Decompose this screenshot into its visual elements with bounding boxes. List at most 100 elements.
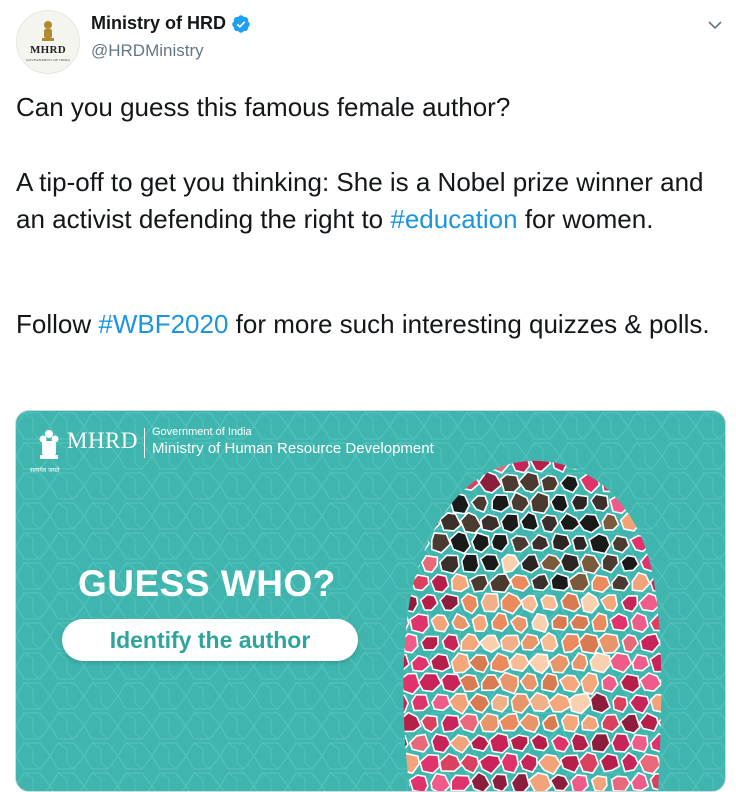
gov-of-india-text: Government of India: [152, 426, 252, 438]
mosaic-tile: [408, 733, 431, 753]
tweet: MHRD GOVERNMENT OF INDIA Ministry of HRD…: [0, 0, 736, 792]
mosaic-tile: [520, 553, 541, 574]
mosaic-tile: [467, 692, 491, 714]
mosaic-tile: [519, 752, 538, 774]
mosaic-tile: [480, 592, 500, 613]
mosaic-tile: [551, 460, 569, 474]
mosaic-tile: [638, 753, 661, 775]
mosaic-tile: [520, 633, 541, 651]
mosaic-tile: [510, 692, 532, 714]
mosaic-tile: [588, 532, 611, 555]
tweet-media-image[interactable]: सत्यमेव जयते MHRD Government of India Mi…: [15, 410, 726, 792]
mosaic-tile: [439, 512, 462, 532]
author-handle[interactable]: @HRDMinistry: [91, 41, 204, 61]
mosaic-tile: [590, 775, 608, 791]
mosaic-tile: [601, 673, 619, 693]
mosaic-tile: [527, 772, 553, 791]
mosaic-tile: [551, 614, 569, 631]
verified-badge-icon: [232, 14, 250, 33]
mosaic-tile: [501, 553, 521, 574]
mosaic-tile: [638, 592, 660, 613]
mosaic-tile: [490, 773, 509, 791]
mosaic-tile: [610, 573, 631, 592]
mosaic-tile: [430, 733, 452, 754]
mosaic-tile: [403, 653, 410, 673]
mosaic-tile: [620, 474, 640, 493]
mosaic-tile: [590, 493, 610, 512]
hashtag-education-link[interactable]: #education: [390, 204, 517, 234]
mosaic-tile: [440, 474, 460, 493]
mosaic-tile: [659, 674, 662, 693]
mosaic-tile: [403, 571, 410, 593]
mosaic-tile: [578, 472, 601, 495]
mosaic-tile: [499, 473, 521, 493]
mosaic-tile: [649, 613, 662, 632]
mosaic-tile: [450, 774, 472, 791]
mosaic-tile: [650, 533, 662, 552]
mosaic-tile: [498, 712, 521, 732]
mosaic-tile: [619, 713, 641, 734]
mosaic-tile: [510, 460, 531, 474]
hashtag-wbf2020-link[interactable]: #WBF2020: [98, 309, 228, 339]
mosaic-tile: [611, 535, 630, 554]
mosaic-tile: [458, 673, 481, 693]
mosaic-tile: [571, 535, 589, 552]
mosaic-tile: [609, 493, 632, 515]
mosaic-tile: [520, 594, 539, 614]
mosaic-tile: [410, 654, 431, 673]
mosaic-tile: [550, 734, 571, 753]
mosaic-tile: [508, 652, 530, 672]
mosaic-tile: [403, 460, 410, 473]
mosaic-tile: [540, 594, 559, 612]
mosaic-tile: [478, 712, 500, 733]
mosaic-tile: [581, 714, 600, 732]
mosaic-tile: [548, 653, 571, 674]
mosaic-tile: [591, 612, 609, 632]
mosaic-tile: [500, 752, 520, 774]
mhrd-logo-text: MHRD: [67, 428, 139, 453]
mosaic-tile: [567, 572, 591, 593]
mosaic-tile: [488, 573, 512, 594]
avatar-subtext: GOVERNMENT OF INDIA: [25, 58, 71, 62]
mosaic-tile: [560, 633, 583, 654]
mosaic-tile: [541, 714, 560, 733]
mosaic-tile: [500, 512, 520, 534]
mosaic-tile: [658, 630, 662, 654]
mosaic-tile: [649, 772, 662, 791]
mosaic-tile: [461, 473, 481, 492]
mosaic-tile: [589, 691, 611, 714]
mosaic-tile: [450, 572, 470, 593]
mosaic-tile: [509, 573, 531, 592]
mosaic-tile: [448, 530, 472, 555]
mosaic-tile: [490, 533, 510, 553]
mosaic-tile: [421, 554, 439, 574]
mosaic-tile: [628, 694, 651, 715]
mosaic-tile: [403, 612, 410, 635]
mosaic-tile: [660, 754, 662, 774]
mosaic-tile: [448, 734, 472, 754]
mosaic-tile: [619, 673, 641, 694]
mosaic-tile: [459, 511, 483, 534]
mosaic-tile: [639, 511, 662, 535]
tweet-text: for women.: [517, 204, 654, 234]
mosaic-tile: [490, 460, 511, 474]
mosaic-tile: [431, 693, 452, 712]
mosaic-tile: [420, 635, 439, 651]
mosaic-tile: [430, 532, 452, 554]
mosaic-tile: [460, 592, 479, 615]
avatar[interactable]: MHRD GOVERNMENT OF INDIA: [16, 10, 80, 74]
mosaic-tile: [488, 732, 511, 754]
mosaic-tile: [430, 614, 450, 633]
mosaic-tile: [441, 633, 461, 653]
mosaic-tile: [460, 633, 481, 652]
mosaic-tile: [403, 775, 410, 791]
mosaic-tile: [403, 752, 421, 775]
chevron-down-icon[interactable]: [705, 15, 725, 35]
mosaic-tile: [570, 732, 591, 752]
mosaic-tile: [529, 491, 550, 515]
mosaic-tile: [647, 493, 662, 513]
author-display-name[interactable]: Ministry of HRD: [91, 13, 226, 34]
mosaic-tile: [629, 534, 650, 553]
tweet-text-para3: Follow #WBF2020 for more such interestin…: [16, 306, 716, 343]
mosaic-tile: [568, 692, 593, 715]
